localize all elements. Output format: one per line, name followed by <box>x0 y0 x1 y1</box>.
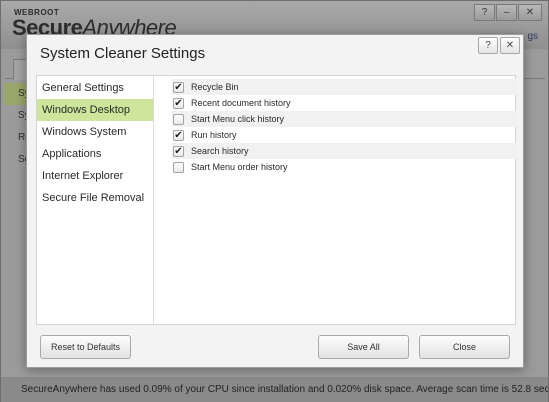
checkbox[interactable] <box>173 161 184 173</box>
checkbox[interactable] <box>173 113 184 125</box>
app-sidebar-item[interactable]: Sy <box>4 83 30 105</box>
window-controls: ? – ✕ <box>473 4 542 21</box>
checkmark-icon[interactable]: ✔ <box>173 97 184 109</box>
sidebar-item-windows-system[interactable]: Windows System <box>37 121 153 143</box>
checkmark-icon[interactable]: ✔ <box>173 81 184 93</box>
close-icon[interactable]: ✕ <box>500 37 520 54</box>
dialog-title: System Cleaner Settings <box>40 45 206 62</box>
app-sidebar-item[interactable]: Re <box>4 127 31 149</box>
reset-to-defaults-button[interactable]: Reset to Defaults <box>40 335 131 359</box>
app-help-icon[interactable]: ? <box>474 4 495 21</box>
dialog-controls: ? ✕ <box>476 37 520 54</box>
help-icon[interactable]: ? <box>478 37 498 54</box>
option-label: Start Menu order history <box>191 162 288 172</box>
checkmark-icon[interactable]: ✔ <box>173 129 184 141</box>
save-all-button[interactable]: Save All <box>318 335 409 359</box>
app-close-icon[interactable]: ✕ <box>518 4 542 21</box>
sidebar-item-secure-file-removal[interactable]: Secure File Removal <box>37 187 153 209</box>
app-sidebar-item[interactable]: Sy <box>4 105 30 127</box>
minimize-icon[interactable]: – <box>496 4 517 21</box>
option-recent-document-history[interactable]: ✔ Recent document history <box>172 95 518 111</box>
system-cleaner-settings-dialog: System Cleaner Settings ? ✕ General Sett… <box>26 34 524 368</box>
option-search-history[interactable]: ✔ Search history <box>172 143 518 159</box>
header-link[interactable]: gs <box>527 31 538 42</box>
sidebar-item-internet-explorer[interactable]: Internet Explorer <box>37 165 153 187</box>
dialog-body: General Settings Windows Desktop Windows… <box>36 75 518 325</box>
app-sidebar: Sy Sy Re Sc <box>4 83 31 183</box>
option-label: Search history <box>191 146 249 156</box>
sidebar-item-applications[interactable]: Applications <box>37 143 153 165</box>
checkmark-icon[interactable]: ✔ <box>173 145 184 157</box>
option-label: Recent document history <box>191 98 291 108</box>
option-label: Start Menu click history <box>191 114 285 124</box>
app-sidebar-item[interactable]: Sc <box>4 149 30 171</box>
sidebar-item-windows-desktop[interactable]: Windows Desktop <box>37 99 153 121</box>
option-start-menu-click-history[interactable]: Start Menu click history <box>172 111 518 127</box>
sidebar-item-general-settings[interactable]: General Settings <box>37 77 153 99</box>
option-label: Recycle Bin <box>191 82 239 92</box>
close-button[interactable]: Close <box>419 335 510 359</box>
settings-sidebar: General Settings Windows Desktop Windows… <box>37 76 154 324</box>
option-recycle-bin[interactable]: ✔ Recycle Bin <box>172 79 518 95</box>
status-bar: SecureAnywhere has used 0.09% of your CP… <box>1 377 548 402</box>
option-run-history[interactable]: ✔ Run history <box>172 127 518 143</box>
options-list: ✔ Recycle Bin ✔ Recent document history … <box>172 79 518 175</box>
option-label: Run history <box>191 130 237 140</box>
option-start-menu-order-history[interactable]: Start Menu order history <box>172 159 518 175</box>
